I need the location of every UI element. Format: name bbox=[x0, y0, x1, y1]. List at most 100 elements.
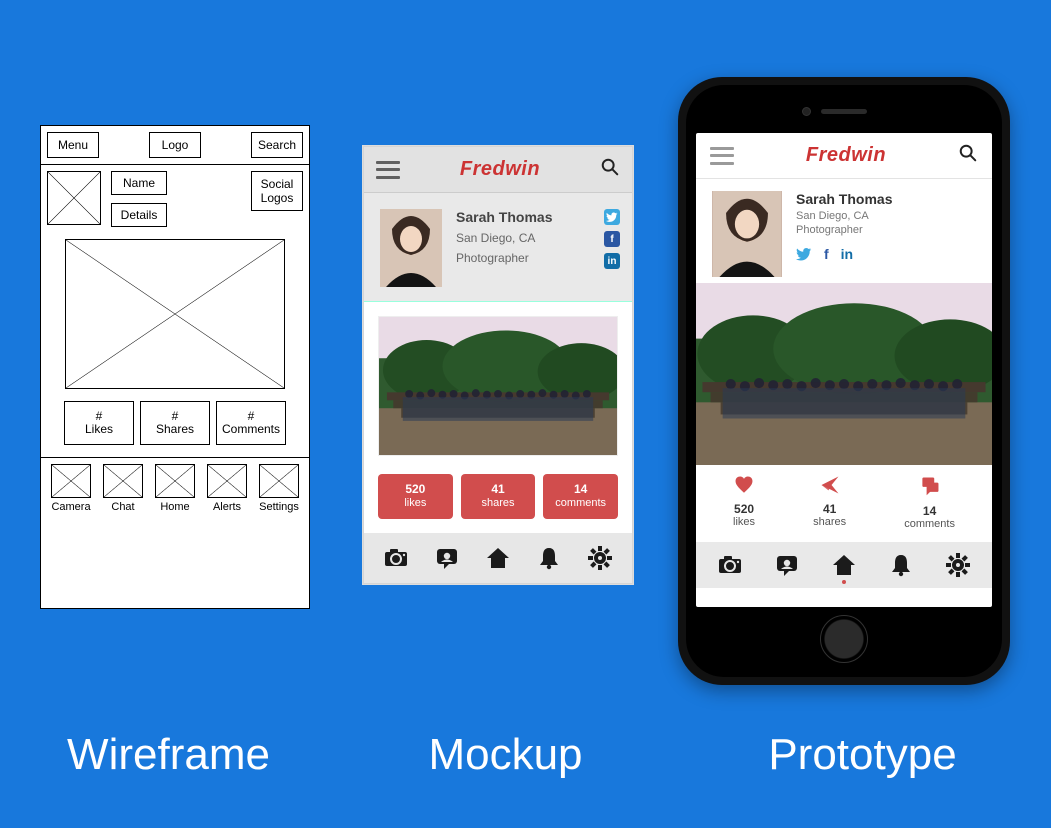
nav-active-indicator bbox=[842, 580, 846, 584]
likes-label: likes bbox=[404, 497, 426, 509]
wf-content-image-placeholder bbox=[65, 239, 285, 389]
gear-icon bbox=[259, 464, 299, 498]
wf-nav-camera[interactable]: Camera bbox=[49, 464, 93, 513]
caption-mockup: Mockup bbox=[356, 730, 656, 780]
likes-count: 520 bbox=[733, 502, 755, 516]
home-icon bbox=[155, 464, 195, 498]
post-image[interactable] bbox=[696, 283, 992, 465]
user-location: San Diego, CA bbox=[456, 231, 616, 245]
comments-button[interactable]: 14 comments bbox=[904, 475, 955, 530]
user-title: Photographer bbox=[456, 251, 616, 265]
shares-button[interactable]: 41 shares bbox=[461, 474, 536, 519]
chat-icon[interactable] bbox=[774, 552, 800, 578]
home-icon[interactable] bbox=[485, 545, 511, 571]
user-name: Sarah Thomas bbox=[456, 209, 616, 225]
wf-nav-alerts[interactable]: Alerts bbox=[205, 464, 249, 513]
pt-bottom-nav bbox=[696, 542, 992, 588]
likes-button[interactable]: 520 likes bbox=[733, 475, 755, 530]
wf-social-logos: Social Logos bbox=[251, 171, 303, 211]
wf-nav-home[interactable]: Home bbox=[153, 464, 197, 513]
send-icon bbox=[813, 475, 846, 500]
phone-speaker bbox=[821, 109, 867, 114]
gear-icon[interactable] bbox=[587, 545, 613, 571]
wf-nav-camera-label: Camera bbox=[51, 501, 90, 513]
phone-home-button[interactable] bbox=[820, 615, 868, 663]
wf-nav-chat-label: Chat bbox=[111, 501, 134, 513]
post-image[interactable] bbox=[378, 316, 618, 456]
gear-icon[interactable] bbox=[945, 552, 971, 578]
wf-likes-box[interactable]: # Likes bbox=[64, 401, 134, 445]
wf-nav-chat[interactable]: Chat bbox=[101, 464, 145, 513]
wf-name-label: Name bbox=[111, 171, 167, 195]
search-icon[interactable] bbox=[958, 143, 978, 168]
captions-row: Wireframe Mockup Prototype bbox=[0, 730, 1051, 780]
caption-prototype: Prototype bbox=[693, 730, 1033, 780]
camera-icon[interactable] bbox=[717, 552, 743, 578]
shares-label: shares bbox=[481, 497, 514, 509]
comments-count: 14 bbox=[547, 482, 614, 497]
wf-nav-settings[interactable]: Settings bbox=[257, 464, 301, 513]
likes-button[interactable]: 520 likes bbox=[378, 474, 453, 519]
phone-screen: Fredwin Sarah Thomas San Diego, CA Photo… bbox=[696, 133, 992, 607]
wf-nav-settings-label: Settings bbox=[259, 501, 299, 513]
likes-label: likes bbox=[733, 516, 755, 528]
likes-count: 520 bbox=[382, 482, 449, 497]
user-name: Sarah Thomas bbox=[796, 191, 892, 207]
bell-icon[interactable] bbox=[888, 552, 914, 578]
user-location: San Diego, CA bbox=[796, 210, 892, 222]
pt-profile-section: Sarah Thomas San Diego, CA Photographer … bbox=[696, 179, 992, 283]
avatar[interactable] bbox=[380, 209, 442, 287]
facebook-icon[interactable]: f bbox=[824, 246, 829, 265]
wf-logo: Logo bbox=[149, 132, 201, 158]
comments-button[interactable]: 14 comments bbox=[543, 474, 618, 519]
wf-nav-home-label: Home bbox=[160, 501, 189, 513]
home-icon[interactable] bbox=[831, 552, 857, 578]
wf-details-label: Details bbox=[111, 203, 167, 227]
bell-icon[interactable] bbox=[536, 545, 562, 571]
wireframe-panel: Menu Logo Search Name Details Social Log… bbox=[40, 125, 310, 609]
comments-label: comments bbox=[904, 518, 955, 530]
shares-count: 41 bbox=[813, 502, 846, 516]
pt-header: Fredwin bbox=[696, 133, 992, 179]
pt-brand-logo: Fredwin bbox=[806, 144, 886, 167]
comments-label: comments bbox=[555, 497, 606, 509]
chat-icon bbox=[103, 464, 143, 498]
caption-wireframe: Wireframe bbox=[19, 730, 319, 780]
twitter-icon[interactable] bbox=[604, 209, 620, 225]
wf-menu-button[interactable]: Menu bbox=[47, 132, 99, 158]
camera-icon[interactable] bbox=[383, 545, 409, 571]
camera-icon bbox=[51, 464, 91, 498]
comments-icon bbox=[904, 475, 955, 502]
linkedin-icon[interactable]: in bbox=[841, 246, 853, 265]
phone-frame: Fredwin Sarah Thomas San Diego, CA Photo… bbox=[678, 77, 1010, 685]
wf-avatar-placeholder bbox=[47, 171, 101, 225]
shares-label: shares bbox=[813, 516, 846, 528]
menu-icon[interactable] bbox=[710, 147, 734, 165]
menu-icon[interactable] bbox=[376, 161, 400, 179]
wf-comments-label: Comments bbox=[222, 423, 280, 436]
shares-button[interactable]: 41 shares bbox=[813, 475, 846, 530]
wf-shares-label: Shares bbox=[156, 423, 194, 436]
shares-count: 41 bbox=[465, 482, 532, 497]
wf-nav-alerts-label: Alerts bbox=[213, 501, 241, 513]
chat-icon[interactable] bbox=[434, 545, 460, 571]
search-icon[interactable] bbox=[600, 157, 620, 182]
wf-comments-box[interactable]: # Comments bbox=[216, 401, 286, 445]
wf-likes-label: Likes bbox=[85, 423, 113, 436]
wf-search-button[interactable]: Search bbox=[251, 132, 303, 158]
user-title: Photographer bbox=[796, 224, 892, 236]
mk-profile-section: Sarah Thomas San Diego, CA Photographer … bbox=[364, 193, 632, 302]
prototype-panel: Fredwin Sarah Thomas San Diego, CA Photo… bbox=[678, 77, 1010, 685]
mk-bottom-nav bbox=[364, 533, 632, 583]
linkedin-icon[interactable]: in bbox=[604, 253, 620, 269]
avatar[interactable] bbox=[712, 191, 782, 277]
pt-stats: 520 likes 41 shares 14 comments bbox=[696, 465, 992, 542]
mk-header: Fredwin bbox=[364, 147, 632, 193]
heart-icon bbox=[733, 475, 755, 500]
bell-icon bbox=[207, 464, 247, 498]
mk-brand-logo: Fredwin bbox=[460, 158, 540, 181]
facebook-icon[interactable]: f bbox=[604, 231, 620, 247]
wf-shares-box[interactable]: # Shares bbox=[140, 401, 210, 445]
twitter-icon[interactable] bbox=[796, 246, 812, 265]
mockup-panel: Fredwin Sarah Thomas San Diego, CA Photo… bbox=[363, 146, 633, 584]
